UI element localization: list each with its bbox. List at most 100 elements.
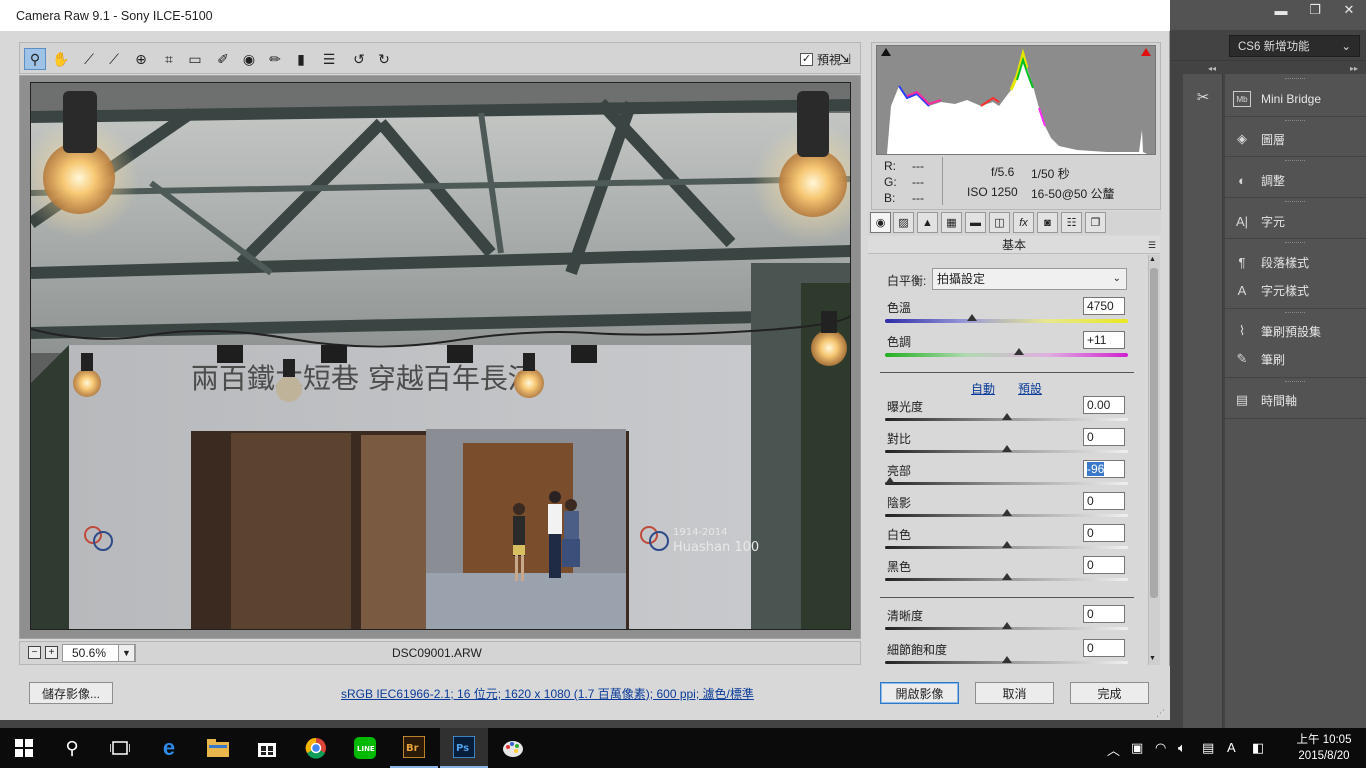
slider-handle[interactable] xyxy=(1001,622,1012,629)
wifi-icon[interactable]: ◠ xyxy=(1155,740,1166,756)
panel-layers[interactable]: ◈ 圖層 xyxy=(1233,128,1285,150)
auto-link[interactable]: 自動 xyxy=(971,380,995,397)
tab-basic-icon[interactable]: ◉ xyxy=(870,212,891,233)
crop-tool-icon[interactable]: ⌗ xyxy=(158,48,180,70)
shadow-clipping-warning-icon[interactable] xyxy=(881,48,891,56)
panel-timeline[interactable]: ▤ 時間軸 xyxy=(1233,389,1297,411)
rotate-left-icon[interactable]: ↺ xyxy=(348,48,370,70)
slider-track[interactable] xyxy=(885,319,1128,323)
tab-split-toning-icon[interactable]: ▬ xyxy=(965,212,986,233)
collapse-icon[interactable]: ▸▸ xyxy=(1350,64,1358,73)
zoom-dropdown-chevron-icon[interactable]: ▼ xyxy=(118,644,135,662)
search-icon[interactable]: ⚲ xyxy=(48,728,96,768)
slider-handle[interactable] xyxy=(967,314,978,321)
default-link[interactable]: 預設 xyxy=(1018,380,1042,397)
open-image-button[interactable]: 開啟影像 xyxy=(880,682,959,704)
task-view-icon[interactable] xyxy=(96,728,144,768)
straighten-tool-icon[interactable]: ▭ xyxy=(184,48,206,70)
zoom-in-button[interactable]: + xyxy=(45,646,58,659)
hand-tool-icon[interactable]: ✋ xyxy=(50,48,72,70)
tab-detail-icon[interactable]: ▲ xyxy=(917,212,938,233)
workflow-options-link[interactable]: sRGB IEC61966-2.1; 16 位元; 1620 x 1080 (1… xyxy=(341,685,754,702)
keyboard-icon[interactable]: ◧ xyxy=(1252,740,1264,756)
adjustment-brush-tool-icon[interactable]: ✏ xyxy=(264,48,286,70)
tab-snapshots-icon[interactable]: ❐ xyxy=(1085,212,1106,233)
slider-value-field[interactable]: 0 xyxy=(1083,492,1125,510)
panel-grip[interactable] xyxy=(1285,160,1305,162)
minimize-icon[interactable]: ▬ xyxy=(1264,0,1298,20)
panel-character-styles[interactable]: A 字元樣式 xyxy=(1233,279,1309,301)
zoom-out-button[interactable]: − xyxy=(28,646,41,659)
restore-icon[interactable]: ❐ xyxy=(1298,0,1332,20)
clock[interactable]: 上午 10:05 2015/8/20 xyxy=(1286,732,1362,764)
volume-icon[interactable]: 🔈︎ xyxy=(1178,740,1186,756)
zoom-tool-icon[interactable]: ⚲ xyxy=(24,48,46,70)
scroll-down-icon[interactable]: ▼ xyxy=(1149,655,1156,662)
tab-lens-corrections-icon[interactable]: ◫ xyxy=(989,212,1010,233)
line-app-icon[interactable]: LINE xyxy=(341,728,389,768)
start-windows-icon[interactable] xyxy=(0,728,48,768)
done-button[interactable]: 完成 xyxy=(1070,682,1149,704)
slider-track[interactable] xyxy=(885,353,1128,357)
slider-handle[interactable] xyxy=(1001,445,1012,452)
highlight-clipping-warning-icon[interactable] xyxy=(1141,48,1151,56)
show-hidden-icons-icon[interactable]: ︿ xyxy=(1107,740,1120,759)
notifications-icon[interactable]: ▤ xyxy=(1202,740,1214,756)
slider-handle[interactable] xyxy=(1001,656,1012,663)
slider-value-field[interactable]: -96 xyxy=(1083,460,1125,478)
tools-icon[interactable]: ✂ xyxy=(1193,88,1213,108)
collapse-icon[interactable]: ◂◂ xyxy=(1208,64,1216,73)
workspace-switcher[interactable]: CS6 新增功能 ⌄ xyxy=(1229,35,1360,57)
save-image-button[interactable]: 儲存影像... xyxy=(29,682,113,704)
slider-value-field[interactable]: 0 xyxy=(1083,428,1125,446)
photo-preview[interactable]: 兩百鐵木短巷 穿越百年長河 1914-2014 Huashan 100 xyxy=(30,82,851,630)
fullscreen-icon[interactable]: ⇲ xyxy=(834,48,856,70)
panel-grip[interactable] xyxy=(1285,242,1305,244)
spot-removal-tool-icon[interactable]: ✐ xyxy=(212,48,234,70)
color-sampler-tool-icon[interactable]: ⟋ xyxy=(103,48,125,70)
tab-camera-calibration-icon[interactable]: ◙ xyxy=(1037,212,1058,233)
resize-grip-icon[interactable]: ⋰ xyxy=(1156,708,1165,719)
slider-handle[interactable] xyxy=(884,477,895,484)
slider-value-field[interactable]: 0.00 xyxy=(1083,396,1125,414)
panel-grip[interactable] xyxy=(1285,312,1305,314)
slider-value-field[interactable]: 0 xyxy=(1083,639,1125,657)
panel-brush-presets[interactable]: ⌇ 筆刷預設集 xyxy=(1233,320,1321,342)
rotate-right-icon[interactable]: ↻ xyxy=(373,48,395,70)
close-icon[interactable]: ✕ xyxy=(1332,0,1366,20)
panel-paragraph-styles[interactable]: ¶ 段落樣式 xyxy=(1233,251,1310,273)
white-balance-tool-icon[interactable]: ⟋ xyxy=(78,48,100,70)
tab-tone-curve-icon[interactable]: ▨ xyxy=(893,212,914,233)
slider-handle[interactable] xyxy=(1001,509,1012,516)
tab-effects-fx-icon[interactable]: fx xyxy=(1013,212,1034,233)
panel-grip[interactable] xyxy=(1285,78,1305,80)
targeted-adjustment-tool-icon[interactable]: ⊕ xyxy=(130,48,152,70)
panel-brush[interactable]: ✎ 筆刷 xyxy=(1233,348,1285,370)
panel-grip[interactable] xyxy=(1285,381,1305,383)
slider-value-field[interactable]: +11 xyxy=(1083,331,1125,349)
preferences-icon[interactable]: ☰ xyxy=(318,48,340,70)
panel-adjustments[interactable]: ◐ 調整 xyxy=(1233,169,1285,191)
paint-palette-icon[interactable] xyxy=(489,728,537,768)
bridge-icon[interactable]: Br xyxy=(390,728,438,768)
panel-character[interactable]: A| 字元 xyxy=(1233,210,1285,232)
graduated-filter-tool-icon[interactable]: ▮ xyxy=(290,48,312,70)
store-icon[interactable] xyxy=(243,728,291,768)
slider-handle[interactable] xyxy=(1001,541,1012,548)
panel-scrollbar-thumb[interactable] xyxy=(1150,268,1158,598)
ime-indicator[interactable]: A xyxy=(1227,740,1236,755)
slider-value-field[interactable]: 0 xyxy=(1083,605,1125,623)
slider-handle[interactable] xyxy=(1001,573,1012,580)
slider-value-field[interactable]: 0 xyxy=(1083,524,1125,542)
tab-presets-icon[interactable]: ☷ xyxy=(1061,212,1082,233)
scroll-up-icon[interactable]: ▲ xyxy=(1149,256,1156,263)
panel-mini-bridge[interactable]: Mb Mini Bridge xyxy=(1233,88,1321,110)
cancel-button[interactable]: 取消 xyxy=(975,682,1054,704)
panel-menu-icon[interactable]: ☰ xyxy=(1148,236,1156,254)
white-balance-select[interactable]: 拍攝設定 ⌄ xyxy=(932,268,1127,290)
usb-device-icon[interactable]: ▣ xyxy=(1131,740,1143,756)
slider-track[interactable] xyxy=(885,482,1128,485)
panel-grip[interactable] xyxy=(1285,120,1305,122)
tab-hsl-icon[interactable]: ▦ xyxy=(941,212,962,233)
slider-handle[interactable] xyxy=(1013,348,1024,355)
